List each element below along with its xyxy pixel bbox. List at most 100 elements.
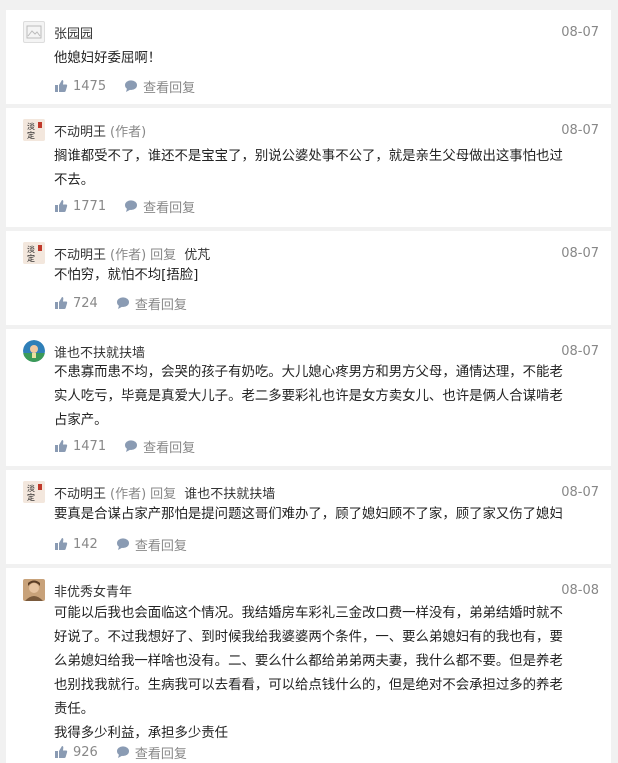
view-replies-label: 查看回复	[143, 440, 196, 456]
view-replies-button[interactable]: 查看回复	[116, 294, 187, 313]
thumbs-up-icon	[55, 297, 68, 309]
comment-line: 不去。	[54, 173, 95, 188]
comment-item: 张园园 08-07 他媳妇好委屈啊！ 1475 查看回复	[6, 10, 611, 104]
like-count: 926	[73, 744, 98, 760]
photo-avatar-icon[interactable]	[23, 579, 45, 601]
reply-keyword: 回复	[150, 486, 177, 502]
like-button[interactable]: 142	[54, 537, 98, 552]
comment-header: 非优秀女青年 08-08	[54, 580, 599, 600]
view-replies-label: 查看回复	[134, 538, 187, 554]
like-count: 1471	[73, 438, 107, 454]
comment-text: 不怕穷，就怕不均[捂脸]	[54, 264, 595, 288]
reply-target-user[interactable]: 优芃	[184, 244, 210, 263]
comment-actions: 1475 查看回复	[54, 76, 195, 96]
svg-text:定: 定	[27, 492, 35, 502]
like-button[interactable]: 926	[54, 745, 98, 760]
comment-line: 占家产。	[54, 413, 108, 428]
comment-line: 实人吃亏，毕竟是真爱大儿子。老二多要彩礼也许是女方卖女儿、也许是俩人合谋啃老	[54, 389, 563, 404]
comment-date: 08-07	[561, 24, 599, 40]
view-replies-button[interactable]: 查看回复	[116, 535, 187, 554]
author-tag: (作者)	[110, 247, 147, 263]
thumbs-up-icon	[55, 440, 68, 452]
like-button[interactable]: 1475	[54, 79, 106, 94]
thumbs-up-icon	[55, 80, 68, 92]
calligraphy-avatar-icon[interactable]: 淡定	[23, 242, 45, 264]
comment-actions: 1771 查看回复	[54, 196, 195, 216]
comment-bubble-icon	[125, 200, 138, 212]
comment-date: 08-07	[561, 245, 599, 261]
broken-image-icon[interactable]	[23, 21, 45, 43]
comment-item: 谁也不扶就扶墙 08-07 不患寡而患不均，会哭的孩子有奶吃。大儿媳心疼男方和男…	[6, 329, 611, 466]
thumbs-up-icon	[55, 746, 68, 758]
comment-text: 要真是合谋占家产那怕是提问题这哥们难办了，顾了媳妇顾不了家，顾了家又伤了媳妇	[54, 503, 595, 527]
view-replies-button[interactable]: 查看回复	[124, 197, 195, 216]
svg-text:定: 定	[27, 253, 35, 263]
comment-line: 要真是合谋占家产那怕是提问题这哥们难办了，顾了媳妇顾不了家，顾了家又伤了媳妇	[54, 507, 563, 522]
like-button[interactable]: 1771	[54, 199, 106, 214]
comment-text: 可能以后我也会面临这个情况。我结婚房车彩礼三金改口费一样没有，弟弟结婚时就不 好…	[54, 602, 595, 746]
comment-actions: 926 查看回复	[54, 742, 187, 762]
view-replies-label: 查看回复	[143, 200, 196, 216]
author-tag: (作者)	[110, 124, 147, 140]
comment-actions: 724 查看回复	[54, 293, 187, 313]
username[interactable]: 非优秀女青年	[54, 581, 132, 600]
comment-header: 张园园 08-07	[54, 22, 599, 42]
comment-line: 也别找我就行。生病我可以去看看，可以给点钱什么的，但是绝对不会承担过多的养老	[54, 678, 563, 693]
comment-item: 淡定 不动明王 (作者) 08-07 搁谁都受不了，谁还不是宝宝了，别说公婆处事…	[6, 108, 611, 227]
comment-line: 他媳妇好委屈啊！	[54, 51, 162, 66]
view-replies-label: 查看回复	[134, 746, 187, 762]
comment-header: 不动明王 (作者) 08-07	[54, 120, 599, 140]
comment-bubble-icon	[116, 538, 129, 550]
comment-date: 08-07	[561, 484, 599, 500]
comment-line: 么弟媳妇给我一样啥也没有。二、要么什么都给弟弟两夫妻，我什么都不要。但是养老	[54, 654, 563, 669]
view-replies-label: 查看回复	[134, 297, 187, 313]
svg-text:淡: 淡	[27, 484, 35, 493]
comment-date: 08-07	[561, 122, 599, 138]
view-replies-button[interactable]: 查看回复	[124, 77, 195, 96]
comment-list: 张园园 08-07 他媳妇好委屈啊！ 1475 查看回复 淡定 不动明王 (作者…	[0, 0, 618, 763]
comment-line: 好说了。不过我想好了、到时候我给我婆婆两个条件，一、要么弟媳妇有的我也有，要	[54, 630, 563, 645]
view-replies-label: 查看回复	[143, 80, 196, 96]
reply-keyword: 回复	[150, 247, 177, 263]
username[interactable]: 不动明王	[54, 483, 106, 502]
comment-header: 谁也不扶就扶墙 08-07	[54, 341, 599, 361]
comment-item: 非优秀女青年 08-08 可能以后我也会面临这个情况。我结婚房车彩礼三金改口费一…	[6, 568, 611, 763]
comment-date: 08-08	[561, 582, 599, 598]
comment-item: 淡定 不动明王 (作者) 回复 优芃 08-07 不怕穷，就怕不均[捂脸] 72…	[6, 231, 611, 325]
like-button[interactable]: 724	[54, 296, 98, 311]
username[interactable]: 不动明王	[54, 121, 106, 140]
like-count: 1771	[73, 198, 107, 214]
svg-text:定: 定	[27, 130, 35, 140]
comment-bubble-icon	[116, 746, 129, 758]
comment-text: 他媳妇好委屈啊！	[54, 47, 595, 71]
username[interactable]: 张园园	[54, 23, 93, 42]
comment-date: 08-07	[561, 343, 599, 359]
comment-bubble-icon	[125, 80, 138, 92]
like-button[interactable]: 1471	[54, 439, 106, 454]
author-tag: (作者)	[110, 486, 147, 502]
username[interactable]: 谁也不扶就扶墙	[54, 342, 145, 361]
thumbs-up-icon	[55, 538, 68, 550]
comment-line: 不怕穷，就怕不均[捂脸]	[54, 268, 199, 283]
username[interactable]: 不动明王	[54, 244, 106, 263]
comment-header: 不动明王 (作者) 回复 谁也不扶就扶墙 08-07	[54, 482, 599, 502]
comment-line: 责任。	[54, 702, 95, 717]
comment-text: 搁谁都受不了，谁还不是宝宝了，别说公婆处事不公了，就是亲生父母做出这事怕也过 不…	[54, 145, 595, 193]
cartoon-avatar-icon[interactable]	[23, 340, 45, 362]
comment-line: 可能以后我也会面临这个情况。我结婚房车彩礼三金改口费一样没有，弟弟结婚时就不	[54, 606, 563, 621]
comment-line: 不患寡而患不均，会哭的孩子有奶吃。大儿媳心疼男方和男方父母，通情达理，不能老	[54, 365, 563, 380]
comment-actions: 142 查看回复	[54, 534, 187, 554]
reply-target-user[interactable]: 谁也不扶就扶墙	[184, 483, 275, 502]
like-count: 1475	[73, 78, 107, 94]
comment-bubble-icon	[116, 297, 129, 309]
calligraphy-avatar-icon[interactable]: 淡定	[23, 119, 45, 141]
like-count: 724	[73, 295, 98, 311]
comment-item: 淡定 不动明王 (作者) 回复 谁也不扶就扶墙 08-07 要真是合谋占家产那怕…	[6, 470, 611, 564]
svg-text:淡: 淡	[27, 245, 35, 254]
like-count: 142	[73, 536, 98, 552]
calligraphy-avatar-icon[interactable]: 淡定	[23, 481, 45, 503]
view-replies-button[interactable]: 查看回复	[116, 743, 187, 762]
comment-actions: 1471 查看回复	[54, 436, 195, 456]
comment-text: 不患寡而患不均，会哭的孩子有奶吃。大儿媳心疼男方和男方父母，通情达理，不能老 实…	[54, 361, 595, 433]
view-replies-button[interactable]: 查看回复	[124, 437, 195, 456]
